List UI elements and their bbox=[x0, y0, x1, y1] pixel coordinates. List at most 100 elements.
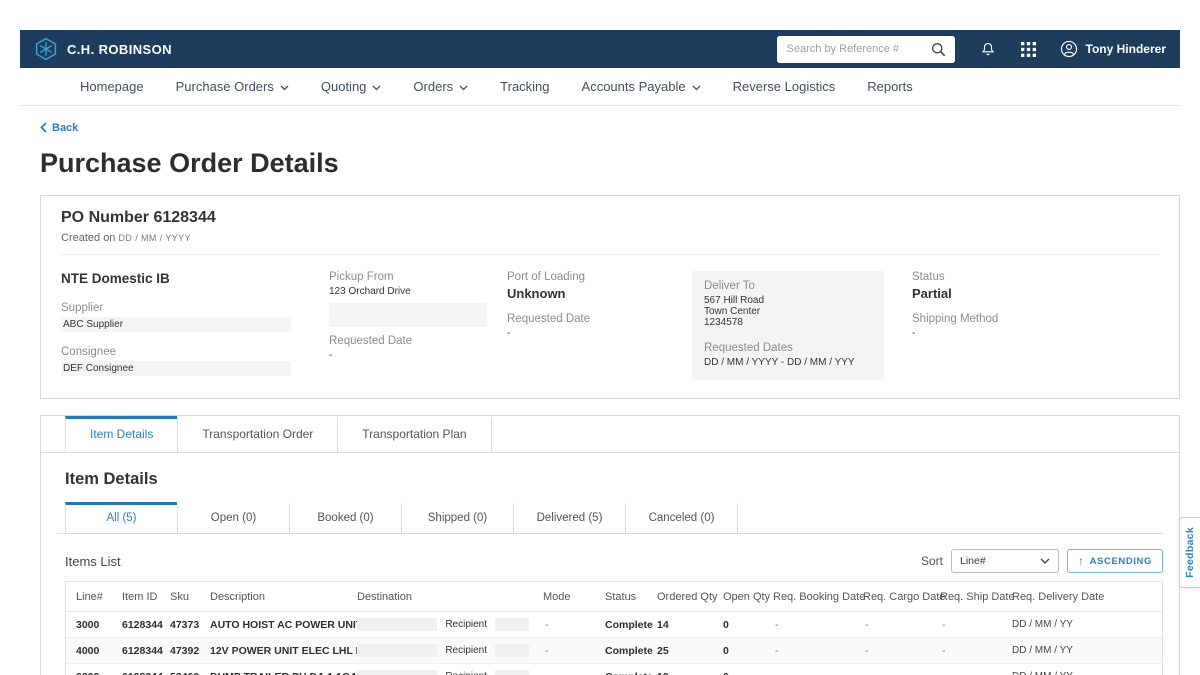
port-requested-date-value: - bbox=[507, 328, 692, 339]
subtab-all[interactable]: All (5) bbox=[65, 502, 178, 533]
sort-direction-button[interactable]: ↑ ASCENDING bbox=[1067, 549, 1163, 573]
table-header-row: Line# Item ID Sku Description Destinatio… bbox=[66, 582, 1162, 612]
page-title: Purchase Order Details bbox=[40, 148, 1180, 179]
supplier-label: Supplier bbox=[61, 302, 329, 314]
deliver-address-line2: Town Center bbox=[704, 306, 872, 317]
cell-req-delivery-date: DD / MM / YY bbox=[1012, 619, 1162, 630]
search-icon[interactable] bbox=[930, 41, 947, 63]
cell-status: Complete bbox=[605, 645, 657, 657]
cell-sku: 47392 bbox=[170, 645, 210, 657]
tab-item-details[interactable]: Item Details bbox=[65, 416, 178, 452]
consignee-value: DEF Consignee bbox=[61, 361, 291, 376]
arrow-up-icon: ↑ bbox=[1078, 554, 1085, 568]
tab-transportation-order[interactable]: Transportation Order bbox=[177, 416, 338, 452]
port-requested-date-label: Requested Date bbox=[507, 313, 692, 325]
cell-line: 4000 bbox=[76, 645, 122, 657]
user-menu[interactable]: Tony Hinderer bbox=[1060, 40, 1166, 58]
redacted-block bbox=[495, 670, 529, 675]
menu-item-homepage[interactable]: Homepage bbox=[80, 79, 144, 94]
brand-name: C.H. ROBINSON bbox=[67, 42, 172, 57]
item-details-heading: Item Details bbox=[57, 470, 1163, 489]
table-row: 3000 6128344 47373 AUTO HOIST AC POWER U… bbox=[66, 612, 1162, 638]
menu-item-orders[interactable]: Orders bbox=[413, 79, 468, 94]
cell-req-ship-date: - bbox=[940, 645, 1012, 657]
status-value: Partial bbox=[912, 286, 1159, 301]
brand-logo[interactable]: C.H. ROBINSON bbox=[34, 37, 172, 61]
header-destination: Destination bbox=[357, 591, 543, 603]
cell-open-qty: 0 bbox=[723, 645, 773, 657]
user-name: Tony Hinderer bbox=[1086, 42, 1166, 56]
header-sku: Sku bbox=[170, 591, 210, 603]
menu-item-reports[interactable]: Reports bbox=[867, 79, 913, 94]
items-list-title: Items List bbox=[65, 554, 121, 569]
po-col-parties: NTE Domestic IB Supplier ABC Supplier Co… bbox=[61, 271, 329, 380]
menu-item-quoting[interactable]: Quoting bbox=[321, 79, 382, 94]
subtab-open[interactable]: Open (0) bbox=[177, 502, 290, 533]
port-of-loading-value: Unknown bbox=[507, 286, 692, 301]
menu-item-purchase-orders[interactable]: Purchase Orders bbox=[176, 79, 289, 94]
cell-open-qty: 0 bbox=[723, 671, 773, 675]
cell-description: DUMP TRAILER PU DA 1.1GAL TANK bbox=[210, 671, 357, 675]
subtab-booked[interactable]: Booked (0) bbox=[289, 502, 402, 533]
cell-open-qty: 0 bbox=[723, 619, 773, 631]
header-mode: Mode bbox=[543, 591, 605, 603]
pickup-requested-date-label: Requested Date bbox=[329, 335, 507, 347]
feedback-tab[interactable]: Feedback bbox=[1179, 517, 1200, 588]
cell-status: Complete bbox=[605, 619, 657, 631]
user-avatar-icon bbox=[1060, 40, 1078, 58]
menu-item-tracking[interactable]: Tracking bbox=[500, 79, 549, 94]
sort-label: Sort bbox=[921, 554, 943, 568]
subtab-shipped[interactable]: Shipped (0) bbox=[401, 502, 514, 533]
cell-item-id: 6128344 bbox=[122, 619, 170, 631]
cell-mode: - bbox=[543, 671, 605, 675]
menu-item-reverse-logistics[interactable]: Reverse Logistics bbox=[733, 79, 836, 94]
apps-grid-icon[interactable] bbox=[1021, 42, 1036, 57]
cell-req-ship-date: - bbox=[940, 671, 1012, 675]
cell-sku: 53460 bbox=[170, 671, 210, 675]
po-summary-card: PO Number 6128344 Created on DD / MM / Y… bbox=[40, 195, 1180, 399]
port-of-loading-label: Port of Loading bbox=[507, 271, 692, 283]
sort-select[interactable]: Line# bbox=[951, 549, 1059, 573]
redacted-block bbox=[357, 670, 437, 675]
cell-description: AUTO HOIST AC POWER UNIT 230V bbox=[210, 619, 357, 631]
cell-req-delivery-date: DD / MM / YY bbox=[1012, 671, 1162, 675]
subtab-delivered[interactable]: Delivered (5) bbox=[513, 502, 626, 533]
chevron-down-icon bbox=[459, 85, 468, 91]
header-open-qty: Open Qty bbox=[723, 591, 773, 603]
cell-req-delivery-date: DD / MM / YY bbox=[1012, 645, 1162, 656]
status-label: Status bbox=[912, 271, 1159, 283]
details-tabs-card: Item Details Transportation Order Transp… bbox=[40, 415, 1180, 675]
cell-req-cargo-date: - bbox=[863, 645, 940, 657]
cell-destination: Recipient bbox=[357, 618, 543, 631]
requested-dates-value: DD / MM / YYYY - DD / MM / YYY bbox=[704, 357, 872, 368]
notifications-bell-icon[interactable] bbox=[979, 40, 997, 59]
pickup-from-label: Pickup From bbox=[329, 271, 507, 283]
cell-ordered-qty: 19 bbox=[657, 671, 723, 675]
cell-req-cargo-date: - bbox=[863, 619, 940, 631]
page-content: Back Purchase Order Details PO Number 61… bbox=[20, 106, 1180, 675]
table-row: 4000 6128344 47392 12V POWER UNIT ELEC L… bbox=[66, 638, 1162, 664]
search-input[interactable] bbox=[777, 36, 955, 63]
chevron-down-icon bbox=[1040, 558, 1050, 565]
cell-ordered-qty: 25 bbox=[657, 645, 723, 657]
deliver-address-line3: 1234578 bbox=[704, 317, 872, 328]
cell-mode: - bbox=[543, 619, 605, 631]
tab-transportation-plan[interactable]: Transportation Plan bbox=[337, 416, 491, 452]
header-description: Description bbox=[210, 591, 357, 603]
item-details-panel: Item Details All (5) Open (0) Booked (0)… bbox=[41, 470, 1179, 675]
subtab-canceled[interactable]: Canceled (0) bbox=[625, 502, 738, 533]
deliver-address-line1: 567 Hill Road bbox=[704, 295, 872, 306]
app-window: C.H. ROBINSON bbox=[20, 30, 1180, 675]
menu-item-accounts-payable[interactable]: Accounts Payable bbox=[582, 79, 701, 94]
header-req-ship-date: Req. Ship Date bbox=[940, 591, 1012, 603]
header-req-delivery-date: Req. Delivery Date bbox=[1012, 591, 1162, 603]
header-req-booking-date: Req. Booking Date bbox=[773, 591, 863, 603]
cell-item-id: 6128344 bbox=[122, 645, 170, 657]
header-item-id: Item ID bbox=[122, 591, 170, 603]
sort-selected-value: Line# bbox=[960, 555, 986, 567]
reference-search bbox=[777, 36, 955, 63]
back-link[interactable]: Back bbox=[40, 122, 78, 134]
header-ordered-qty: Ordered Qty bbox=[657, 591, 723, 603]
redacted-block bbox=[357, 644, 437, 657]
chevron-down-icon bbox=[372, 85, 381, 91]
